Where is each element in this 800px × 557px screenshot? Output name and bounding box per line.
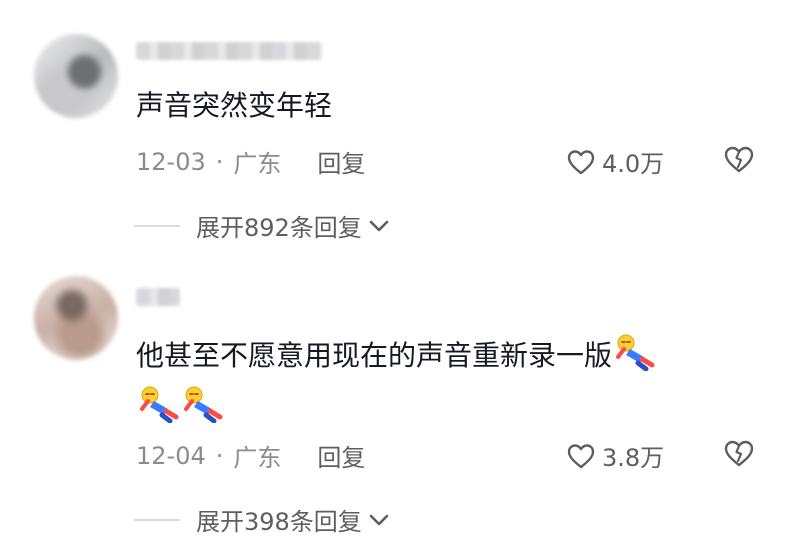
like-count: 4.0万 (602, 150, 665, 178)
comment-date: 12-04 (136, 441, 206, 470)
dislike-button[interactable] (722, 144, 756, 178)
falling-person-emoji (184, 386, 223, 423)
falling-person-emoji (140, 386, 179, 423)
falling-person-emoji (616, 334, 655, 371)
comment-meta: 12-04 · 广东 回复 (136, 438, 365, 473)
comment-text: 声音突然变年轻 (136, 89, 333, 122)
comment-date: 12-03 (136, 147, 206, 176)
like-button[interactable]: 4.0万 (566, 144, 664, 179)
comment-text: 他甚至不愿意用现在的声音重新录一版 (136, 330, 776, 434)
divider-line (134, 518, 180, 521)
avatar[interactable] (34, 34, 118, 118)
like-count: 3.8万 (602, 444, 665, 472)
reply-button[interactable]: 回复 (317, 144, 365, 179)
expand-replies-label: 展开398条回复 (196, 508, 362, 536)
chevron-down-icon (369, 220, 389, 231)
divider-line (134, 224, 180, 227)
expand-replies-label: 展开892条回复 (196, 214, 362, 242)
meta-separator: · (215, 441, 224, 470)
comment-text-content: 他甚至不愿意用现在的声音重新录一版 (136, 339, 613, 372)
like-button[interactable]: 3.8万 (566, 438, 664, 473)
expand-replies-button[interactable]: 展开398条回复 (134, 502, 390, 537)
avatar[interactable] (34, 276, 118, 360)
broken-heart-icon (724, 440, 754, 467)
chevron-down-icon (369, 514, 389, 525)
comment-location: 广东 (233, 444, 282, 472)
expand-replies-button[interactable]: 展开892条回复 (134, 208, 390, 243)
username-blurred[interactable] (136, 42, 322, 60)
dislike-button[interactable] (722, 438, 756, 472)
username-blurred[interactable] (136, 288, 180, 306)
comment-location: 广东 (233, 150, 282, 178)
meta-separator: · (215, 147, 224, 176)
heart-outline-icon (567, 149, 595, 174)
broken-heart-icon (724, 146, 754, 173)
heart-outline-icon (567, 443, 595, 468)
comment-meta: 12-03 · 广东 回复 (136, 144, 365, 179)
reply-button[interactable]: 回复 (317, 438, 365, 473)
